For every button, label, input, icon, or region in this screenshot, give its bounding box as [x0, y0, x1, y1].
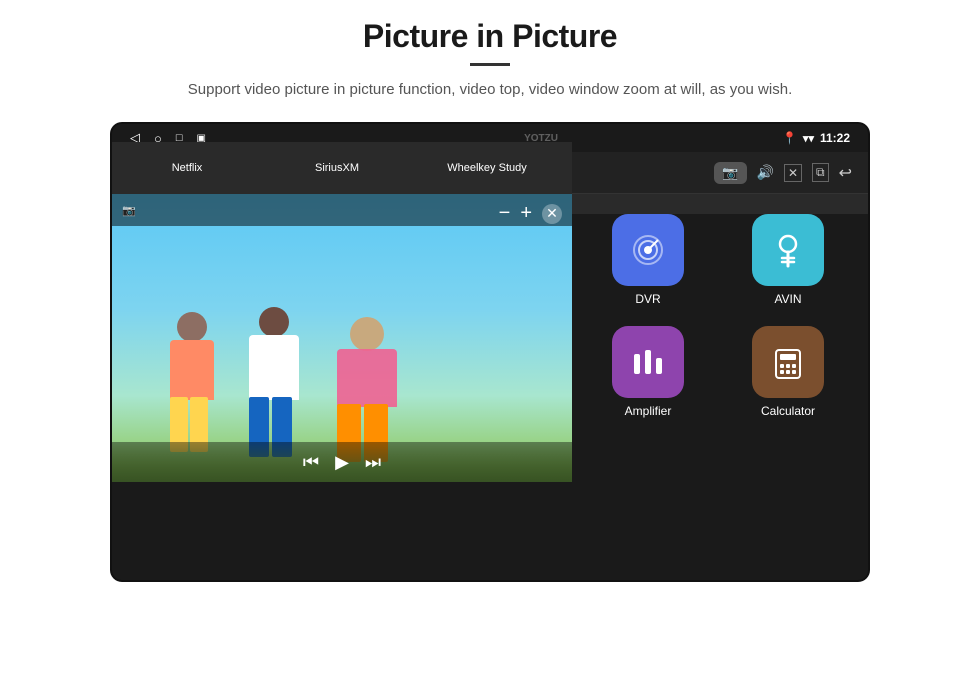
device-frame: ◁ ○ □ ▣ 📍 ▾▾ 11:22 ⌂ ⚡ ▾ 5:28 PM: [110, 122, 870, 582]
pip-container[interactable]: 📷 − + ✕ ⏮ ▶ ⏭: [112, 194, 572, 482]
wheelkey-label: Wheelkey Study: [447, 162, 526, 174]
avin-label: AVIN: [774, 292, 801, 306]
pip-controls-bar: 📷 − + ✕: [112, 194, 572, 226]
app-netflix[interactable]: Netflix: [112, 162, 262, 174]
pip-close-btn[interactable]: ✕: [542, 204, 562, 224]
watermark: YOTZU: [524, 133, 558, 144]
app-item-amplifier[interactable]: Amplifier: [578, 316, 718, 428]
location-icon: 📍: [782, 131, 797, 145]
title-divider: [470, 63, 510, 66]
toolbar-right: 📷 🔊 ✕ ⧉ ↩: [714, 162, 852, 184]
pip-bottom-controls: ⏮ ▶ ⏭: [112, 442, 572, 482]
app-item-dvr[interactable]: DVR: [578, 204, 718, 316]
app-grid: DVR AVIN: [568, 194, 868, 214]
netflix-label: Netflix: [172, 162, 203, 174]
pip-next-btn[interactable]: ⏭: [365, 452, 381, 473]
calculator-icon: [752, 326, 824, 398]
bottom-app-bar: Netflix SiriusXM Wheelkey Study: [112, 142, 572, 194]
person-2: [242, 307, 307, 457]
app-item-avin[interactable]: AVIN: [718, 204, 858, 316]
calculator-label: Calculator: [761, 404, 815, 418]
dvr-label: DVR: [635, 292, 660, 306]
siriusxm-label: SiriusXM: [315, 162, 359, 174]
app-siriusxm[interactable]: SiriusXM: [262, 162, 412, 174]
close-x-icon[interactable]: ✕: [784, 164, 802, 182]
app-item-calculator[interactable]: Calculator: [718, 316, 858, 428]
pip-window-icon[interactable]: ⧉: [812, 163, 829, 182]
person-3: [332, 317, 402, 462]
camera-icon: 📷: [722, 165, 738, 180]
pip-play-btn[interactable]: ▶: [335, 452, 349, 473]
camera-button[interactable]: 📷: [714, 162, 746, 184]
pip-plus-btn[interactable]: +: [520, 202, 532, 225]
video-scene: [112, 194, 572, 482]
back-arrow-icon[interactable]: ↩: [839, 163, 852, 183]
page-container: Picture in Picture Support video picture…: [0, 0, 980, 691]
pip-minus-btn[interactable]: −: [499, 202, 511, 225]
pip-resize-controls: − + ✕: [499, 202, 562, 225]
pip-video: [112, 194, 572, 482]
pip-prev-btn[interactable]: ⏮: [303, 452, 319, 473]
wifi-icon: ▾▾: [803, 132, 814, 145]
pip-camera-icon: 📷: [122, 204, 136, 217]
status-bar-right: 📍 ▾▾ 11:22: [782, 131, 850, 145]
person-1: [162, 312, 222, 452]
avin-icon: [752, 214, 824, 286]
page-subtitle: Support video picture in picture functio…: [188, 78, 792, 102]
amplifier-label: Amplifier: [625, 404, 672, 418]
amplifier-icon: [612, 326, 684, 398]
app-wheelkey[interactable]: Wheelkey Study: [412, 162, 562, 174]
dvr-icon: [612, 214, 684, 286]
status-time: 11:22: [820, 131, 850, 145]
volume-icon[interactable]: 🔊: [757, 164, 774, 181]
page-title: Picture in Picture: [363, 18, 617, 55]
